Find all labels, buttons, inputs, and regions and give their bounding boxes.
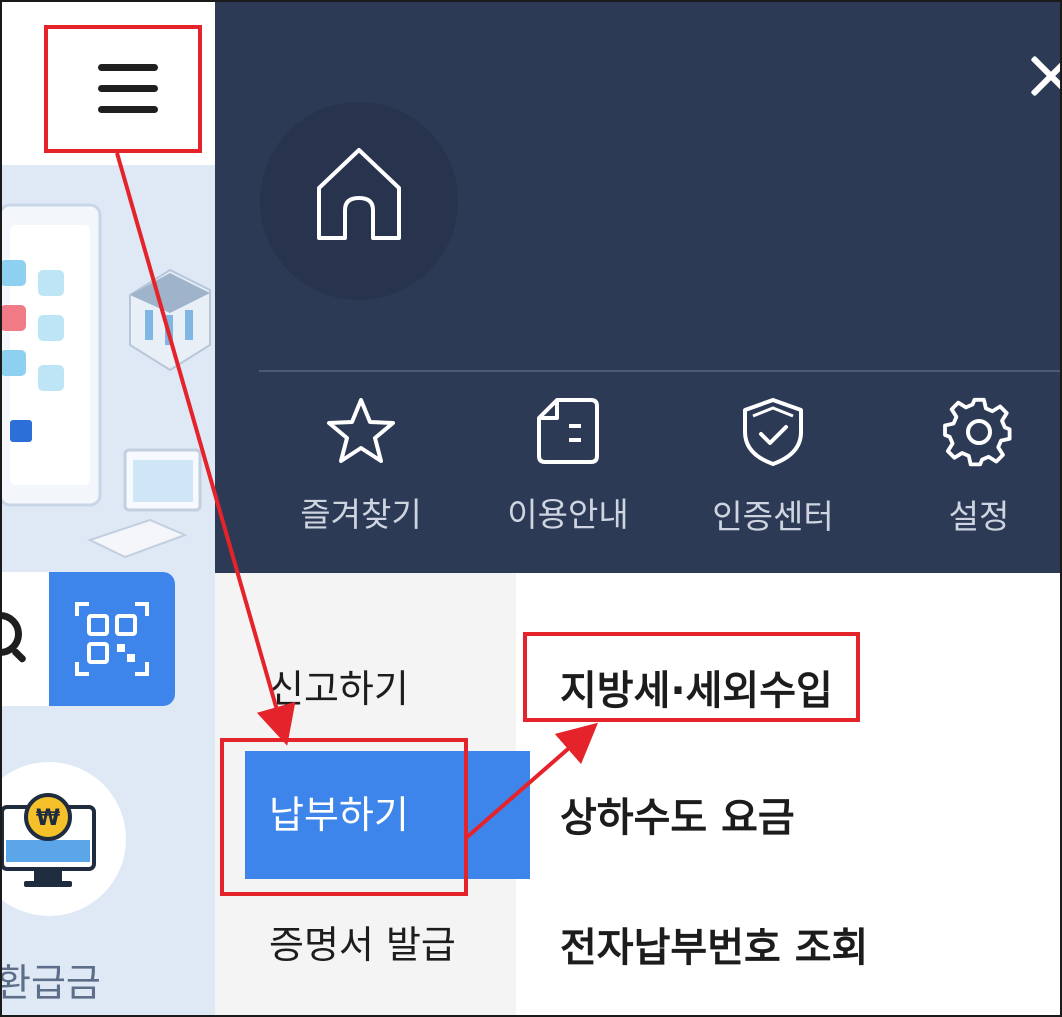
annotation-arrows	[115, 152, 599, 840]
arrow-payment-to-local-tax	[464, 722, 599, 840]
arrow-menu-to-payment	[115, 152, 296, 746]
